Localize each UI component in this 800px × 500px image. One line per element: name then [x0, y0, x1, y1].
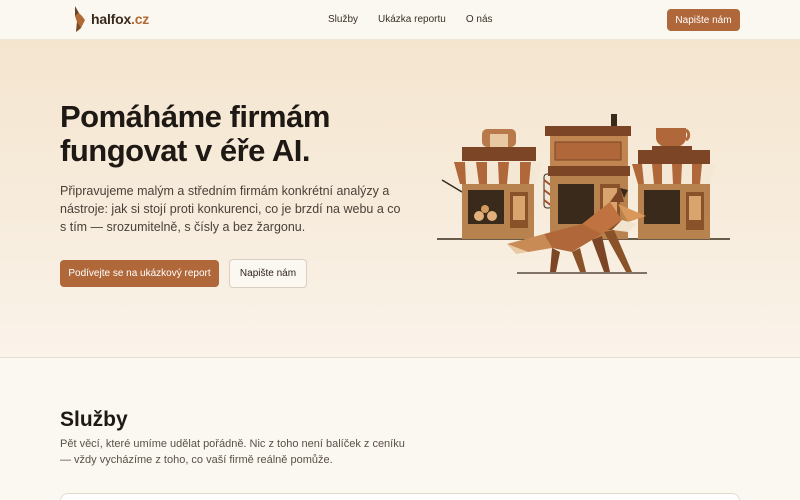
logo-text: halfox.cz [91, 11, 150, 27]
hero-title-line1: Pomáháme firmám [60, 99, 330, 134]
nav-item-o-nas[interactable]: O nás [466, 14, 493, 25]
nav-item-ukazka-reportu[interactable]: Ukázka reportu [378, 14, 446, 25]
nav-item-sluzby[interactable]: Služby [328, 14, 358, 25]
hero-lead: Připravujeme malým a středním firmám kon… [60, 184, 401, 234]
logo[interactable]: halfox.cz [73, 6, 149, 32]
shops-and-fox-illustration [437, 114, 730, 274]
hero-section: Pomáháme firmám fungovat v éře AI. Připr… [0, 40, 800, 358]
sample-report-button[interactable]: Podívejte se na ukázkový report [60, 260, 219, 287]
hero-title-line2: fungovat v éře AI. [60, 133, 310, 168]
services-title: Služby [60, 408, 128, 431]
site-header: halfox.cz Služby Ukázka reportu O nás Na… [0, 0, 800, 40]
services-lead: Pět věcí, které umíme udělat pořádně. Ni… [60, 438, 405, 466]
fox-logo-icon [75, 6, 85, 32]
bakery-shop [441, 129, 542, 239]
hero-title: Pomáháme firmám fungovat v éře AI. [60, 100, 420, 168]
contact-button[interactable]: Napište nám [667, 9, 740, 31]
hero-contact-button[interactable]: Napište nám [229, 259, 307, 288]
cafe-shop [632, 128, 716, 239]
service-card [60, 493, 740, 500]
main-nav: Služby Ukázka reportu O nás [328, 14, 493, 25]
